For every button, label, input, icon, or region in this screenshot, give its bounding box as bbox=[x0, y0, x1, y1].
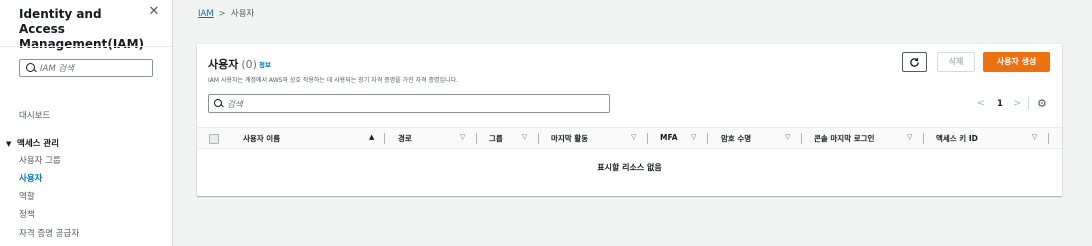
breadcrumb-iam-link[interactable]: IAM bbox=[198, 9, 214, 19]
sidebar-search-placeholder: IAM 검색 bbox=[40, 64, 74, 74]
previous-page-button[interactable]: < bbox=[977, 98, 985, 109]
close-icon[interactable]: ✕ bbox=[148, 5, 160, 18]
column-divider[interactable] bbox=[384, 133, 385, 144]
sidebar-item-policies[interactable]: 정책 bbox=[19, 210, 35, 221]
column-access-key-id[interactable]: 액세스 키 ID bbox=[936, 133, 978, 144]
search-icon bbox=[26, 63, 35, 72]
sidebar-item-dashboard[interactable]: 대시보드 bbox=[19, 111, 50, 122]
breadcrumb-separator: > bbox=[218, 9, 226, 19]
column-user-name[interactable]: 사용자 이름 bbox=[243, 133, 280, 144]
user-count: (0) bbox=[241, 58, 257, 71]
sort-icon[interactable]: ▽ bbox=[691, 133, 696, 141]
column-password-age[interactable]: 암호 수명 bbox=[721, 133, 751, 144]
create-user-button[interactable]: 사용자 생성 bbox=[983, 52, 1050, 72]
next-page-button[interactable]: > bbox=[1013, 98, 1021, 109]
pager-divider bbox=[1028, 97, 1029, 110]
delete-button[interactable]: 삭제 bbox=[937, 52, 975, 72]
column-groups[interactable]: 그룹 bbox=[489, 133, 503, 144]
sort-icon[interactable]: ▽ bbox=[460, 133, 465, 141]
sidebar-group-label: 액세스 관리 bbox=[17, 139, 60, 149]
sort-icon[interactable]: ▽ bbox=[785, 133, 790, 141]
sidebar-group-access-management[interactable]: ▼ 액세스 관리 bbox=[6, 137, 59, 149]
sidebar: Identity and Access Management(IAM) ✕ IA… bbox=[0, 0, 173, 246]
column-divider[interactable] bbox=[476, 133, 477, 144]
column-last-activity[interactable]: 마지막 활동 bbox=[551, 133, 588, 144]
divider bbox=[0, 46, 172, 47]
sidebar-item-user-groups[interactable]: 사용자 그룹 bbox=[19, 156, 61, 167]
sort-icon[interactable]: ▽ bbox=[1032, 133, 1037, 141]
breadcrumb-current: 사용자 bbox=[230, 9, 255, 19]
search-icon bbox=[214, 99, 222, 107]
users-search-placeholder: 검색 bbox=[227, 100, 243, 110]
refresh-icon bbox=[910, 58, 919, 67]
gear-icon[interactable]: ⚙ bbox=[1037, 97, 1047, 110]
info-link[interactable]: 정보 bbox=[259, 59, 271, 69]
column-console-last-sign-in[interactable]: 콘솔 마지막 로그인 bbox=[814, 133, 874, 144]
panel-description: IAM 사용자는 계정에서 AWS와 상호 작용하는 데 사용되는 장기 자격 … bbox=[208, 77, 458, 84]
column-mfa[interactable]: MFA bbox=[660, 133, 678, 142]
refresh-button[interactable] bbox=[902, 52, 927, 72]
table-header: 사용자 이름 ▲ 경로 ▽ 그룹 ▽ 마지막 활동 ▽ MFA ▽ 암호 수명 … bbox=[197, 127, 1062, 149]
sidebar-item-identity-providers[interactable]: 자격 증명 공급자 bbox=[19, 229, 79, 240]
column-divider[interactable] bbox=[538, 133, 539, 144]
page-number[interactable]: 1 bbox=[997, 99, 1003, 109]
column-divider[interactable] bbox=[1048, 133, 1049, 144]
empty-state-message: 표시할 리소스 없음 bbox=[597, 163, 662, 172]
sort-asc-icon[interactable]: ▲ bbox=[369, 133, 374, 141]
panel-title-text: 사용자 bbox=[208, 58, 239, 71]
column-divider[interactable] bbox=[923, 133, 924, 144]
caret-down-icon: ▼ bbox=[6, 140, 12, 148]
breadcrumb: IAM > 사용자 bbox=[198, 7, 254, 19]
sort-icon[interactable]: ▽ bbox=[631, 133, 636, 141]
column-divider[interactable] bbox=[801, 133, 802, 144]
select-all-checkbox[interactable] bbox=[209, 134, 219, 144]
sort-icon[interactable]: ▽ bbox=[907, 133, 912, 141]
panel-title: 사용자 (0) bbox=[208, 56, 257, 72]
sort-icon[interactable]: ▽ bbox=[522, 133, 527, 141]
column-divider[interactable] bbox=[707, 133, 708, 144]
users-panel: 사용자 (0) 정보 IAM 사용자는 계정에서 AWS와 상호 작용하는 데 사… bbox=[197, 44, 1062, 196]
column-divider[interactable] bbox=[647, 133, 648, 144]
users-search-input[interactable]: 검색 bbox=[208, 94, 610, 113]
sidebar-item-users[interactable]: 사용자 bbox=[19, 174, 42, 185]
sidebar-search-input[interactable]: IAM 검색 bbox=[19, 59, 153, 77]
column-path[interactable]: 경로 bbox=[398, 133, 412, 144]
sidebar-item-roles[interactable]: 역할 bbox=[19, 192, 35, 203]
